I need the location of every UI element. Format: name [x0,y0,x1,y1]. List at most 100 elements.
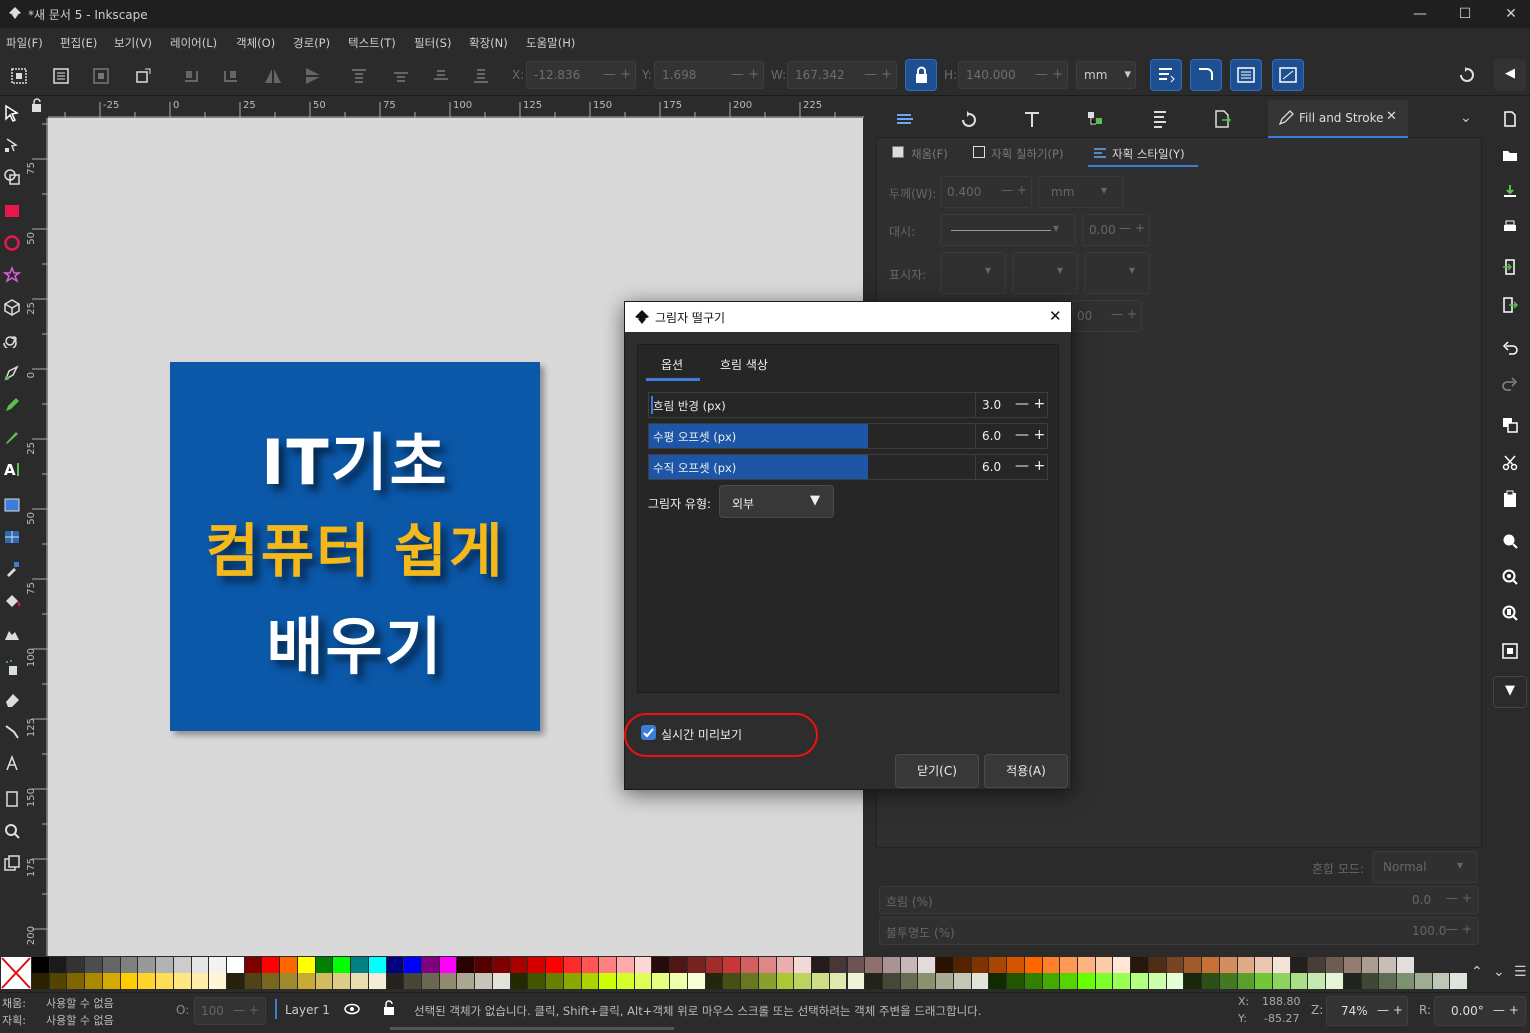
color-swatch[interactable] [1077,973,1095,989]
color-swatch[interactable] [953,957,971,973]
x-field[interactable]: -12.836 — + [526,61,636,89]
color-swatch[interactable] [1379,973,1397,989]
color-swatch[interactable] [173,973,191,989]
color-swatch[interactable] [670,957,687,973]
raise-icon[interactable] [390,65,412,87]
color-swatch[interactable] [120,973,138,989]
color-swatch[interactable] [1113,957,1131,973]
ellipse-tool-icon[interactable] [3,234,21,252]
color-swatch[interactable] [652,973,670,989]
color-swatch[interactable] [333,957,351,973]
color-swatch[interactable] [156,973,173,989]
color-swatch[interactable] [741,973,758,989]
layer-visibility-eye-icon[interactable] [344,1002,360,1016]
tab-blur-color[interactable]: 흐림 색상 [720,356,768,373]
vertical-offset-field[interactable]: 수직 오프셋 (px) 6.0 — + [648,454,1048,480]
rotation-stepper[interactable]: — + [1493,1003,1519,1017]
snap-toggle-icon[interactable] [1456,64,1478,86]
x-stepper[interactable]: — + [603,67,631,82]
zoom-selection-icon[interactable] [1501,532,1519,550]
color-swatch[interactable] [563,973,581,989]
color-swatch[interactable] [404,973,421,989]
partial-stepper[interactable]: — + [1111,307,1137,321]
eraser-tool-icon[interactable] [3,690,21,708]
color-swatch[interactable] [1007,957,1024,973]
color-swatch[interactable] [439,973,457,989]
color-swatch[interactable] [1042,957,1060,973]
spray-tool-icon[interactable] [3,658,21,676]
subtab-stroke-style[interactable]: 자획 스타일(Y) [1112,146,1185,162]
color-swatch[interactable] [280,957,297,973]
color-swatch[interactable] [776,957,794,973]
color-swatch[interactable] [85,957,102,973]
color-swatch[interactable] [1237,973,1255,989]
color-swatch[interactable] [67,973,85,989]
pencil-tool-icon[interactable] [3,396,21,414]
color-swatch[interactable] [617,957,634,973]
vertical-offset-stepper[interactable]: — + [1015,458,1045,474]
save-icon[interactable] [1501,182,1519,200]
3d-box-tool-icon[interactable] [3,298,21,316]
color-swatch[interactable] [1308,973,1326,989]
color-swatch[interactable] [1166,973,1184,989]
stroke-unit-select[interactable]: mm ▾ [1038,176,1124,208]
transform-icon[interactable] [956,108,980,130]
node-tool-icon[interactable] [3,136,21,154]
flip-horizontal-icon[interactable] [262,65,284,87]
color-swatch[interactable] [1024,973,1042,989]
color-swatch[interactable] [1397,957,1414,973]
dash-offset-field[interactable]: 0.00— + [1082,214,1150,246]
color-swatch[interactable] [1343,957,1361,973]
menu-view[interactable]: 보기(V) [114,35,152,51]
color-swatch[interactable] [687,973,705,989]
color-swatch[interactable] [368,973,386,989]
color-swatch[interactable] [617,973,634,989]
rotate-cw-icon[interactable] [220,65,242,87]
color-swatch[interactable] [1184,957,1202,973]
h-stepper[interactable]: — + [1035,67,1063,82]
color-swatch[interactable] [1202,973,1219,989]
color-swatch[interactable] [209,957,226,973]
color-swatch[interactable] [67,957,85,973]
live-preview-label[interactable]: 실시간 미리보기 [661,726,742,743]
color-swatch[interactable] [953,973,971,989]
select-all-icon[interactable] [8,65,30,87]
document-properties-icon[interactable] [3,854,21,872]
color-swatch[interactable] [1272,973,1290,989]
menu-object[interactable]: 객체(O) [236,35,275,51]
color-swatch[interactable] [599,973,617,989]
color-swatch[interactable] [1060,957,1077,973]
color-swatch[interactable] [280,973,297,989]
blur-radius-value[interactable]: 3.0 [982,398,1001,412]
color-swatch[interactable] [439,957,457,973]
color-swatch[interactable] [1219,973,1237,989]
color-swatch[interactable] [1379,957,1397,973]
zoom-field[interactable]: 74% — + [1326,996,1408,1026]
copy-icon[interactable] [1501,416,1519,434]
star-tool-icon[interactable] [3,266,21,284]
color-swatch[interactable] [687,957,705,973]
new-document-icon[interactable] [1501,110,1519,128]
color-swatch[interactable] [1255,957,1272,973]
menu-help[interactable]: 도움말(H) [526,35,575,51]
zoom-drawing-icon[interactable] [1501,568,1519,586]
color-swatch[interactable] [85,973,102,989]
artwork-line2[interactable]: 컴퓨터 쉽게 [170,504,540,588]
opacity-stepper[interactable]: — + [233,1003,259,1017]
minimize-button[interactable]: — [1405,4,1435,24]
color-swatch[interactable] [918,973,936,989]
horizontal-scrollbar[interactable] [390,1027,674,1030]
color-swatch[interactable] [1042,973,1060,989]
color-swatch[interactable] [900,973,918,989]
menu-text[interactable]: 텍스트(T) [348,35,396,51]
color-swatch[interactable] [156,957,173,973]
tab-fill-and-stroke[interactable]: Fill and Stroke ✕ [1268,100,1408,138]
color-swatch[interactable] [492,973,510,989]
print-icon[interactable] [1501,218,1519,236]
color-swatch[interactable] [173,957,191,973]
open-folder-icon[interactable] [1501,146,1519,164]
color-swatch[interactable] [847,973,865,989]
spiral-tool-icon[interactable] [3,330,21,348]
color-swatch[interactable] [297,973,315,989]
raise-to-top-icon[interactable] [348,65,370,87]
